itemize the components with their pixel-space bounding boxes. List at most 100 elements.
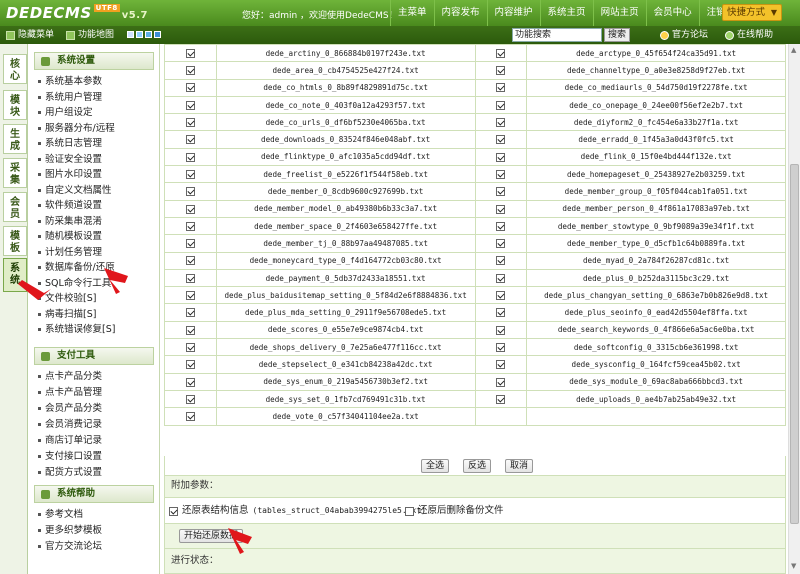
menu-item[interactable]: 验证安全设置 [38, 153, 102, 167]
menu-item[interactable]: 系统基本参数 [38, 75, 102, 89]
menu-item[interactable]: 配货方式设置 [38, 466, 102, 480]
file-checkbox[interactable] [496, 66, 506, 76]
section-header-payment-tools[interactable]: 支付工具 [34, 347, 154, 365]
file-checkbox[interactable] [185, 291, 195, 301]
file-checkbox[interactable] [496, 273, 506, 283]
online-help-link[interactable]: 在线帮助 [725, 28, 773, 42]
menu-item[interactable]: 更多织梦模板 [38, 524, 102, 538]
vtab-modules[interactable]: 模块 [3, 90, 27, 120]
delete-backup-option[interactable]: 还原后删除备份文件 [405, 505, 504, 517]
nav-site-home[interactable]: 网站主页 [592, 0, 646, 26]
file-checkbox[interactable] [185, 100, 195, 110]
quick-menu-dropdown[interactable]: 快捷方式 ▼ [722, 4, 782, 21]
search-button[interactable]: 搜索 [604, 28, 630, 42]
file-checkbox[interactable] [496, 83, 506, 93]
scrollbar-thumb[interactable] [790, 164, 799, 524]
file-checkbox[interactable] [185, 256, 195, 266]
file-checkbox[interactable] [496, 135, 506, 145]
file-checkbox[interactable] [496, 221, 506, 231]
file-checkbox[interactable] [185, 221, 195, 231]
hide-menu-button[interactable]: 隐藏菜单 [6, 28, 54, 42]
file-checkbox[interactable] [496, 308, 506, 318]
menu-item[interactable]: 病毒扫描[S] [38, 308, 96, 322]
menu-item[interactable]: 软件频道设置 [38, 199, 102, 213]
scroll-down-icon[interactable]: ▼ [791, 562, 796, 570]
file-checkbox[interactable] [185, 342, 195, 352]
file-checkbox[interactable] [185, 187, 195, 197]
vtab-core[interactable]: 核心 [3, 54, 27, 84]
restore-struct-option[interactable]: 还原表结构信息 (tables_struct_04abab3994275le5.… [169, 505, 426, 517]
file-checkbox[interactable] [185, 135, 195, 145]
menu-item[interactable]: 自定义文档属性 [38, 184, 112, 198]
file-checkbox[interactable] [496, 377, 506, 387]
file-checkbox[interactable] [496, 100, 506, 110]
file-checkbox[interactable] [496, 204, 506, 214]
nav-main-menu[interactable]: 主菜单 [390, 0, 434, 26]
vtab-system[interactable]: 系统 [3, 258, 27, 292]
file-checkbox[interactable] [496, 342, 506, 352]
theme-swatch-2[interactable] [136, 31, 143, 38]
file-checkbox[interactable] [496, 291, 506, 301]
menu-item[interactable]: 文件校验[S] [38, 292, 96, 306]
file-checkbox[interactable] [185, 394, 195, 404]
vtab-generate[interactable]: 生成 [3, 124, 27, 154]
file-checkbox[interactable] [185, 273, 195, 283]
file-checkbox[interactable] [496, 325, 506, 335]
menu-item[interactable]: 点卡产品管理 [38, 386, 102, 400]
menu-item[interactable]: 用户组设定 [38, 106, 93, 120]
file-checkbox[interactable] [496, 48, 506, 58]
function-search-input[interactable]: 功能搜索 [512, 28, 602, 42]
menu-item[interactable]: 支付接口设置 [38, 450, 102, 464]
menu-item[interactable]: 商店订单记录 [38, 434, 102, 448]
restore-struct-checkbox[interactable] [169, 506, 178, 516]
file-checkbox[interactable] [185, 325, 195, 335]
nav-member-center[interactable]: 会员中心 [645, 0, 699, 26]
select-all-button[interactable]: 全选 [421, 459, 450, 473]
section-header-system-help[interactable]: 系统帮助 [34, 485, 154, 503]
official-forum-link[interactable]: 官方论坛 [660, 28, 708, 42]
scroll-up-icon[interactable]: ▲ [791, 46, 796, 54]
menu-item[interactable]: 点卡产品分类 [38, 370, 102, 384]
file-checkbox[interactable] [185, 118, 195, 128]
menu-item[interactable]: 官方交流论坛 [38, 540, 102, 554]
file-checkbox[interactable] [496, 152, 506, 162]
file-checkbox[interactable] [496, 256, 506, 266]
menu-item[interactable]: 会员产品分类 [38, 402, 102, 416]
cancel-selection-button[interactable]: 取消 [505, 459, 534, 473]
menu-item[interactable]: 计划任务管理 [38, 246, 102, 260]
file-checkbox[interactable] [496, 169, 506, 179]
menu-item[interactable]: SQL命令行工具 [38, 277, 111, 291]
menu-item[interactable]: 服务器分布/远程 [38, 122, 115, 136]
file-checkbox[interactable] [496, 187, 506, 197]
delete-backup-checkbox[interactable] [405, 506, 414, 516]
menu-item[interactable]: 随机模板设置 [38, 230, 102, 244]
vtab-collect[interactable]: 采集 [3, 158, 27, 188]
file-checkbox[interactable] [185, 66, 195, 76]
menu-item[interactable]: 系统用户管理 [38, 91, 102, 105]
theme-swatch-3[interactable] [145, 31, 152, 38]
menu-item-db-backup-restore[interactable]: 数据库备份/还原 [38, 261, 115, 275]
file-checkbox[interactable] [496, 360, 506, 370]
menu-item[interactable]: 防采集串混淆 [38, 215, 102, 229]
vtab-member[interactable]: 会员 [3, 192, 27, 222]
function-map-button[interactable]: 功能地图 [66, 28, 114, 42]
file-checkbox[interactable] [185, 152, 195, 162]
file-checkbox[interactable] [185, 377, 195, 387]
theme-swatch-1[interactable] [127, 31, 134, 38]
menu-item[interactable]: 参考文档 [38, 508, 83, 522]
file-checkbox[interactable] [496, 118, 506, 128]
nav-content-publish[interactable]: 内容发布 [433, 0, 487, 26]
invert-selection-button[interactable]: 反选 [463, 459, 492, 473]
file-checkbox[interactable] [185, 48, 195, 58]
file-checkbox[interactable] [185, 204, 195, 214]
file-checkbox[interactable] [185, 412, 195, 422]
theme-swatch-4[interactable] [154, 31, 161, 38]
file-checkbox[interactable] [185, 360, 195, 370]
vtab-template[interactable]: 模板 [3, 226, 27, 256]
file-checkbox[interactable] [185, 83, 195, 93]
start-restore-button[interactable]: 开始还原数据 [179, 529, 244, 543]
nav-system-home[interactable]: 系统主页 [539, 0, 593, 26]
nav-content-maintain[interactable]: 内容维护 [486, 0, 540, 26]
file-checkbox[interactable] [496, 394, 506, 404]
section-header-system-settings[interactable]: 系统设置 [34, 52, 154, 70]
